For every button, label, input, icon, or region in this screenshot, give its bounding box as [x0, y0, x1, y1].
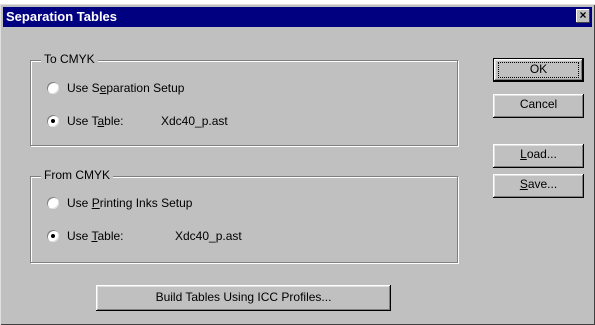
build-tables-label: Build Tables Using ICC Profiles...: [155, 290, 332, 304]
from-cmyk-table-value: Xdc40_p.ast: [175, 229, 242, 243]
to-cmyk-group: To CMYK Use Separation Setup Use Table: …: [30, 52, 458, 146]
ok-label: OK: [529, 62, 548, 76]
load-label: Load...: [520, 147, 557, 161]
radio-unchecked[interactable]: [47, 82, 59, 94]
radio-label: Use Table:: [67, 114, 124, 128]
to-cmyk-table-value: Xdc40_p.ast: [161, 114, 228, 128]
save-label: Save...: [519, 177, 558, 191]
cancel-label: Cancel: [519, 97, 558, 111]
from-cmyk-label: From CMYK: [41, 168, 113, 182]
title-bar[interactable]: Separation Tables ×: [3, 7, 592, 27]
ok-button[interactable]: OK: [493, 58, 584, 82]
separation-tables-dialog: Separation Tables × To CMYK Use Separati…: [0, 4, 595, 325]
dialog-title: Separation Tables: [6, 9, 118, 24]
build-tables-button[interactable]: Build Tables Using ICC Profiles...: [96, 285, 391, 311]
radio-label: Use Printing Inks Setup: [67, 196, 193, 210]
radio-unchecked[interactable]: [47, 197, 59, 209]
save-button[interactable]: Save...: [493, 174, 584, 198]
radio-label: Use Table:: [67, 229, 124, 243]
from-cmyk-group: From CMYK Use Printing Inks Setup Use Ta…: [30, 168, 458, 263]
close-icon[interactable]: ×: [576, 9, 590, 23]
cancel-button[interactable]: Cancel: [493, 94, 584, 118]
to-cmyk-label: To CMYK: [41, 52, 98, 66]
radio-checked[interactable]: [47, 115, 59, 127]
radio-checked[interactable]: [47, 230, 59, 242]
load-button[interactable]: Load...: [493, 144, 584, 168]
radio-label: Use Separation Setup: [67, 81, 185, 95]
